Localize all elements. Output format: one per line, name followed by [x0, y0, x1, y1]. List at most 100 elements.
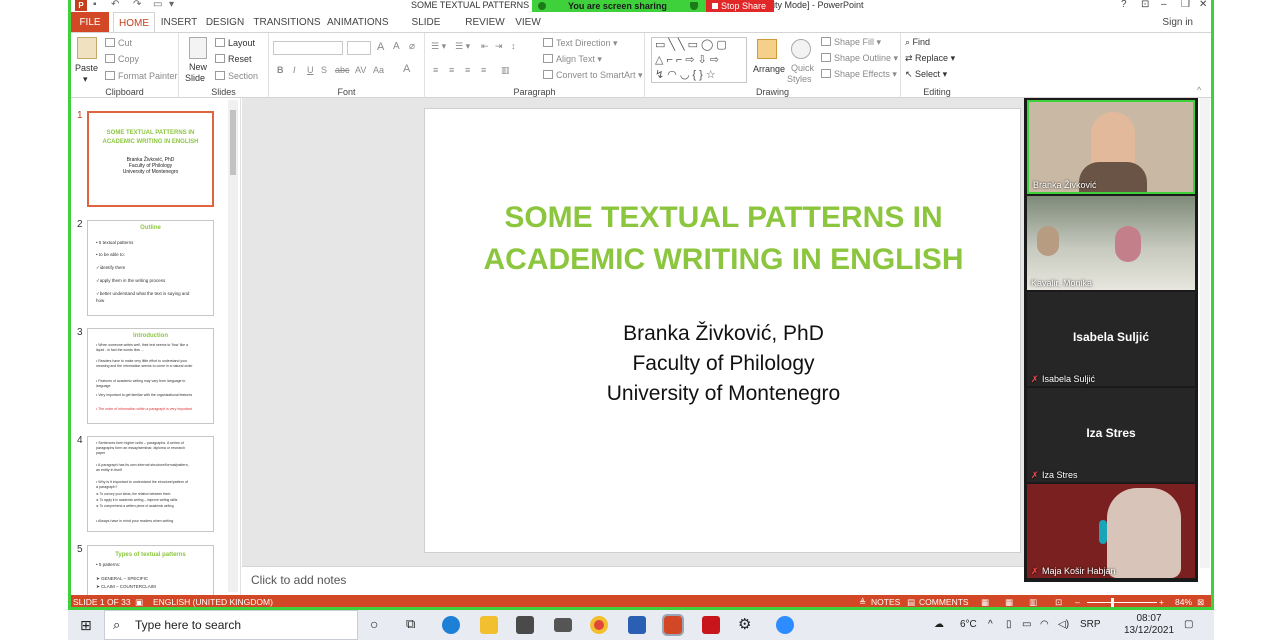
line-spacing-icon[interactable]: ↕	[511, 41, 516, 51]
wifi-icon[interactable]: ◠	[1040, 610, 1049, 640]
align-left-icon[interactable]: ≡	[433, 65, 438, 75]
zoom-level[interactable]: 84%	[1175, 595, 1192, 610]
justify-icon[interactable]: ≡	[481, 65, 486, 75]
participant-tile-1[interactable]: Branka Živković	[1027, 100, 1195, 194]
keyboard-language[interactable]: SRP	[1080, 610, 1101, 640]
shapes-gallery[interactable]: ▭╲╲▭◯▢ △⌐⌐⇨⇩⇨ ↯◠◡{}☆	[651, 37, 747, 83]
copy-button[interactable]: Copy	[105, 54, 139, 64]
sign-in-link[interactable]: Sign in	[1162, 12, 1193, 33]
zoom-in-button[interactable]: +	[1159, 595, 1164, 610]
undo-icon[interactable]: ↶	[111, 0, 119, 10]
increase-indent-icon[interactable]: ⇥	[495, 41, 503, 52]
start-slideshow-icon[interactable]: ▭	[153, 0, 162, 10]
show-hidden-icons[interactable]: ^	[988, 610, 993, 640]
windows-start-icon[interactable]: ⊞	[80, 617, 92, 634]
chrome-icon[interactable]	[590, 616, 608, 634]
decrease-indent-icon[interactable]: ⇤	[481, 41, 489, 52]
minimize-button[interactable]: –	[1161, 0, 1167, 10]
shadow-button[interactable]: S	[321, 65, 327, 75]
slide-title[interactable]: SOME TEXTUAL PATTERNS IN ACADEMIC WRITIN…	[445, 197, 1002, 281]
text-direction-button[interactable]: Text Direction ▾	[543, 38, 618, 49]
paste-icon[interactable]	[77, 37, 97, 59]
weather-temperature[interactable]: 6°C	[960, 610, 977, 640]
cortana-icon[interactable]: ○	[370, 616, 378, 632]
quick-styles-label-2[interactable]: Styles	[787, 74, 812, 84]
participant-tile-5[interactable]: ✗ Maja Košir Habjan	[1027, 484, 1195, 578]
close-button[interactable]: ✕	[1199, 0, 1207, 10]
convert-smartart-button[interactable]: Convert to SmartArt ▾	[543, 70, 643, 81]
fit-to-window-icon[interactable]: ⊠	[1197, 595, 1204, 610]
align-text-button[interactable]: Align Text ▾	[543, 54, 602, 65]
select-button[interactable]: ↖ Select ▾	[905, 69, 947, 80]
reading-view-icon[interactable]: ▥	[1029, 595, 1037, 610]
slide-thumbnail-1[interactable]: SOME TEXTUAL PATTERNS IN ACADEMIC WRITIN…	[87, 111, 214, 207]
tab-home[interactable]: HOME	[113, 12, 155, 33]
volume-icon[interactable]: ◁)	[1058, 610, 1069, 640]
zoom-app-icon[interactable]	[776, 616, 794, 634]
slide-thumbnail-4[interactable]: • Sentences form higher units – paragrap…	[87, 436, 214, 532]
grow-font-icon[interactable]: A	[377, 41, 384, 53]
normal-view-icon[interactable]: ▦	[981, 595, 989, 610]
font-name-box[interactable]	[273, 41, 343, 55]
new-slide-icon[interactable]	[189, 37, 207, 59]
zoom-out-button[interactable]: –	[1075, 595, 1080, 610]
current-slide[interactable]: SOME TEXTUAL PATTERNS IN ACADEMIC WRITIN…	[424, 108, 1021, 553]
usb-icon[interactable]: ▯	[1006, 610, 1012, 640]
align-right-icon[interactable]: ≡	[465, 65, 470, 75]
security-shield-icon[interactable]	[690, 2, 698, 10]
proofing-icon[interactable]: ▣	[135, 595, 143, 610]
acrobat-icon[interactable]	[702, 616, 720, 634]
notes-pane[interactable]: Click to add notes	[242, 566, 1024, 594]
shrink-font-icon[interactable]: A	[393, 41, 400, 52]
participant-tile-2[interactable]: Kavalir, Monika	[1027, 196, 1195, 290]
network-icon[interactable]: ▭	[1022, 610, 1031, 640]
quick-styles-label-1[interactable]: Quick	[791, 63, 814, 73]
slide-thumbnail-2[interactable]: Outline • 5 textual patterns • to be abl…	[87, 220, 214, 316]
italic-button[interactable]: I	[293, 65, 296, 75]
new-slide-label-2[interactable]: Slide	[185, 73, 205, 83]
help-button[interactable]: ?	[1121, 0, 1127, 10]
char-spacing-button[interactable]: AV	[355, 65, 366, 75]
tab-animations[interactable]: ANIMATIONS	[327, 12, 388, 33]
notes-button[interactable]: NOTES	[871, 595, 900, 610]
change-case-button[interactable]: Aa	[373, 65, 384, 75]
clear-formatting-icon[interactable]: ⌀	[409, 41, 415, 52]
save-icon[interactable]: ▪	[93, 0, 97, 10]
taskbar-search-box[interactable]: ⌕ Type here to search	[104, 610, 358, 640]
cut-button[interactable]: Cut	[105, 38, 132, 48]
participant-tile-3[interactable]: Isabela Suljić ✗ Isabela Suljić	[1027, 292, 1195, 386]
tab-view[interactable]: VIEW	[511, 12, 545, 33]
section-button[interactable]: Section	[215, 71, 258, 81]
slideshow-view-icon[interactable]: ⊡	[1055, 595, 1062, 610]
thumbnails-scroll-knob[interactable]	[230, 110, 236, 175]
comments-button[interactable]: COMMENTS	[919, 595, 969, 610]
powerpoint-taskbar-icon[interactable]	[662, 614, 684, 636]
new-slide-label-1[interactable]: New	[189, 62, 207, 72]
columns-icon[interactable]: ▥	[501, 65, 510, 76]
slide-subtitle[interactable]: Branka Živković, PhD Faculty of Philolog…	[445, 319, 1002, 409]
quick-styles-icon[interactable]	[791, 39, 811, 59]
system-clock[interactable]: 08:07 13/12/2021	[1124, 613, 1174, 637]
settings-gear-icon[interactable]: ⚙	[738, 615, 751, 633]
language-indicator[interactable]: ENGLISH (UNITED KINGDOM)	[153, 595, 273, 610]
layout-button[interactable]: Layout	[215, 38, 255, 48]
arrange-button[interactable]: Arrange	[753, 64, 785, 74]
font-size-box[interactable]	[347, 41, 371, 55]
slide-thumbnail-3[interactable]: Introduction • When someone writes well,…	[87, 328, 214, 424]
underline-button[interactable]: U	[307, 65, 314, 75]
strikethrough-button[interactable]: abc	[335, 65, 350, 75]
restore-button[interactable]: ❐	[1181, 0, 1190, 10]
tab-insert[interactable]: INSERT	[159, 12, 199, 33]
find-button[interactable]: ⌕ Find	[905, 37, 930, 48]
tab-transitions[interactable]: TRANSITIONS	[253, 12, 321, 33]
weather-icon[interactable]: ☁	[934, 610, 944, 640]
tab-file[interactable]: FILE	[71, 12, 109, 33]
zoom-slider-handle[interactable]	[1111, 598, 1114, 607]
font-color-button[interactable]: A	[403, 63, 410, 75]
slide-sorter-icon[interactable]: ▦	[1005, 595, 1013, 610]
slide-thumbnail-5[interactable]: Types of textual patterns • 5 patterns: …	[87, 545, 214, 595]
thumbnails-scrollbar[interactable]	[228, 100, 238, 592]
reset-button[interactable]: Reset	[215, 54, 252, 64]
numbering-icon[interactable]: ☰ ▾	[455, 41, 470, 52]
task-view-icon[interactable]: ⧉	[406, 616, 415, 632]
